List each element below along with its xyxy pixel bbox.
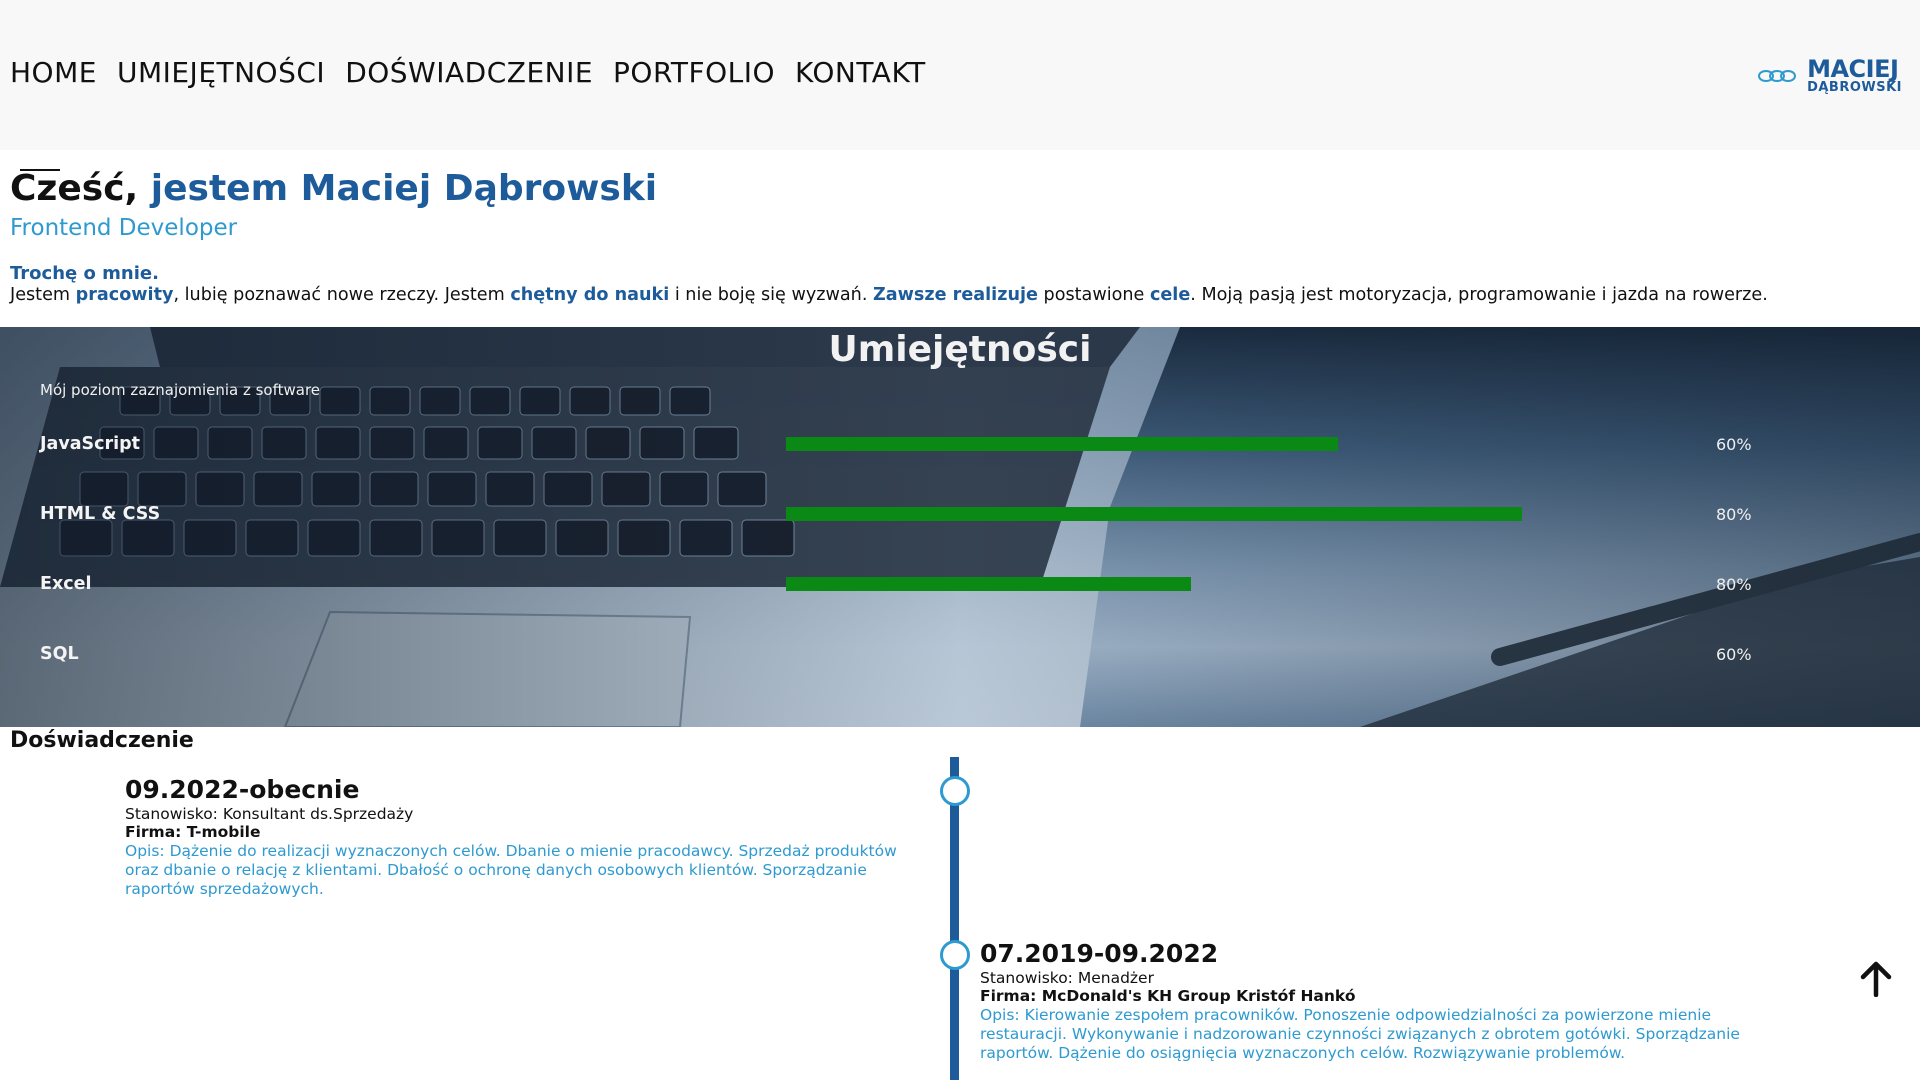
- skills-section: Umiejętności Mój poziom zaznajomienia z …: [0, 327, 1920, 727]
- skill-percent-excel: 80%: [1716, 575, 1752, 594]
- about-highlight: chętny do nauki: [510, 285, 670, 305]
- nav-portfolio[interactable]: PORTFOLIO: [613, 56, 775, 89]
- about-highlight: Zawsze realizuje: [873, 285, 1038, 305]
- about-text-part: . Moją pasją jest motoryzacja, programow…: [1190, 285, 1768, 305]
- skills-title: Umiejętności: [828, 329, 1092, 370]
- skill-bar-html-css: [786, 507, 1522, 521]
- nav-contact[interactable]: KONTAKT: [795, 56, 926, 89]
- skill-name-excel: Excel: [40, 574, 92, 594]
- header: HOME UMIEJĘTNOŚCI DOŚWIADCZENIE PORTFOLI…: [0, 0, 1920, 150]
- job-firm: Firma: McDonald's KH Group Kristóf Hankó: [980, 987, 1356, 1006]
- hero-role: Frontend Developer: [10, 215, 238, 241]
- skill-name-javascript: JavaScript: [40, 434, 141, 454]
- arrow-up-icon: [1860, 961, 1892, 997]
- job-entry: 09.2022-obecnie Stanowisko: Konsultant d…: [125, 775, 925, 899]
- hero-greeting: Cześć,: [10, 168, 139, 209]
- nav-skills[interactable]: UMIEJĘTNOŚCI: [117, 56, 325, 89]
- nav-home[interactable]: HOME: [10, 56, 97, 89]
- skill-bar-excel: [786, 577, 1191, 591]
- skill-percent-html-css: 80%: [1716, 505, 1752, 524]
- about-text: Jestem pracowity, lubię poznawać nowe rz…: [10, 285, 1910, 305]
- logo[interactable]: MACIEJ DĄBROWSKI: [1757, 57, 1902, 94]
- job-description: Opis: Dążenie do realizacji wyznaczonych…: [125, 841, 897, 898]
- timeline-dot: [940, 776, 970, 806]
- hero-name: jestem Maciej Dąbrowski: [150, 168, 658, 209]
- about-highlight: pracowity: [75, 285, 174, 305]
- about-text-part: Jestem: [10, 285, 76, 305]
- skill-bar-javascript: [786, 437, 1338, 451]
- job-position: Stanowisko: Menadżer: [980, 968, 1154, 987]
- experience-title: Doświadczenie: [10, 728, 194, 753]
- timeline-dot: [940, 940, 970, 970]
- skill-percent-javascript: 60%: [1716, 435, 1752, 454]
- hero-title: Cześć, jestem Maciej Dąbrowski: [10, 168, 657, 209]
- about-text-part: , lubię poznawać nowe rzeczy. Jestem: [173, 285, 511, 305]
- job-date: 09.2022-obecnie: [125, 775, 360, 804]
- skill-percent-sql: 60%: [1716, 645, 1752, 664]
- job-position: Stanowisko: Konsultant ds.Sprzedaży: [125, 804, 414, 823]
- about-text-part: i nie boję się wyzwań.: [669, 285, 874, 305]
- skill-name-html-css: HTML & CSS: [40, 504, 161, 524]
- main-nav: HOME UMIEJĘTNOŚCI DOŚWIADCZENIE PORTFOLI…: [10, 56, 926, 89]
- job-entry: 07.2019-09.2022 Stanowisko: Menadżer Fir…: [980, 939, 1780, 1063]
- about-heading: Trochę o mnie.: [10, 263, 159, 284]
- job-firm: Firma: T-mobile: [125, 823, 261, 842]
- about-highlight: cele: [1149, 285, 1191, 305]
- logo-line-2: DĄBROWSKI: [1807, 80, 1902, 95]
- job-date: 07.2019-09.2022: [980, 939, 1219, 968]
- chain-links-icon: [1758, 69, 1797, 82]
- job-description: Opis: Kierowanie zespołem pracowników. P…: [980, 1005, 1740, 1062]
- nav-experience[interactable]: DOŚWIADCZENIE: [345, 56, 593, 89]
- skills-intro: Mój poziom zaznajomienia z software: [40, 381, 321, 399]
- scroll-to-top-button[interactable]: [1852, 955, 1900, 1003]
- logo-text: MACIEJ DĄBROWSKI: [1807, 57, 1902, 94]
- skill-name-sql: SQL: [40, 644, 79, 664]
- about-text-part: postawione: [1037, 285, 1150, 305]
- logo-line-1: MACIEJ: [1807, 55, 1899, 83]
